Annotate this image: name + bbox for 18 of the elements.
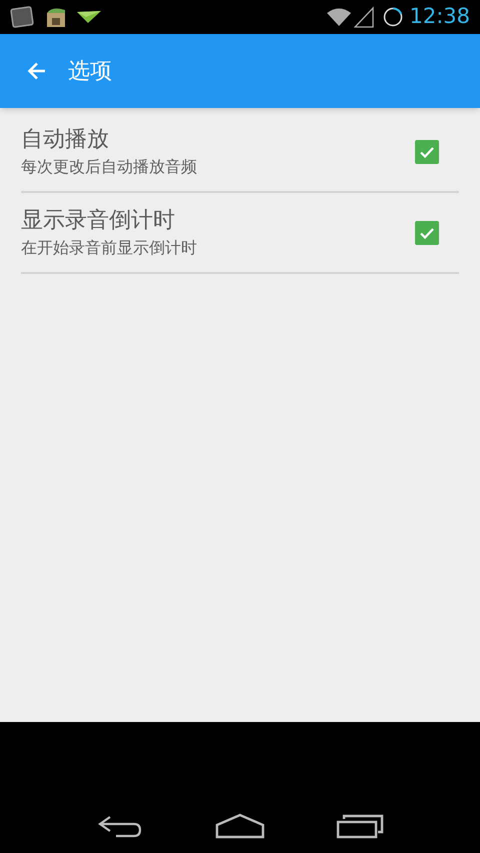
recent-apps-icon[interactable] <box>336 813 384 839</box>
setting-summary: 每次更改后自动播放音频 <box>21 156 198 178</box>
wifi-icon <box>326 7 352 27</box>
sync-icon <box>382 6 404 28</box>
home-icon[interactable] <box>214 813 265 839</box>
setting-row[interactable]: 自动播放 每次更改后自动播放音频 <box>21 112 459 193</box>
setting-summary: 在开始录音前显示倒计时 <box>21 236 198 258</box>
signal-icon <box>354 6 374 28</box>
clock-time: 12:38 <box>409 3 470 30</box>
back-icon[interactable] <box>96 813 144 839</box>
screen-title: 选项 <box>68 58 112 86</box>
checkbox[interactable] <box>415 220 439 244</box>
terminal-icon <box>10 5 34 29</box>
checkbox[interactable] <box>415 140 439 164</box>
paper-plane-icon <box>76 9 102 25</box>
setting-title: 自动播放 <box>21 126 110 154</box>
setting-row[interactable]: 显示录音倒计时 在开始录音前显示倒计时 <box>21 193 459 274</box>
setting-title: 显示录音倒计时 <box>21 206 176 234</box>
